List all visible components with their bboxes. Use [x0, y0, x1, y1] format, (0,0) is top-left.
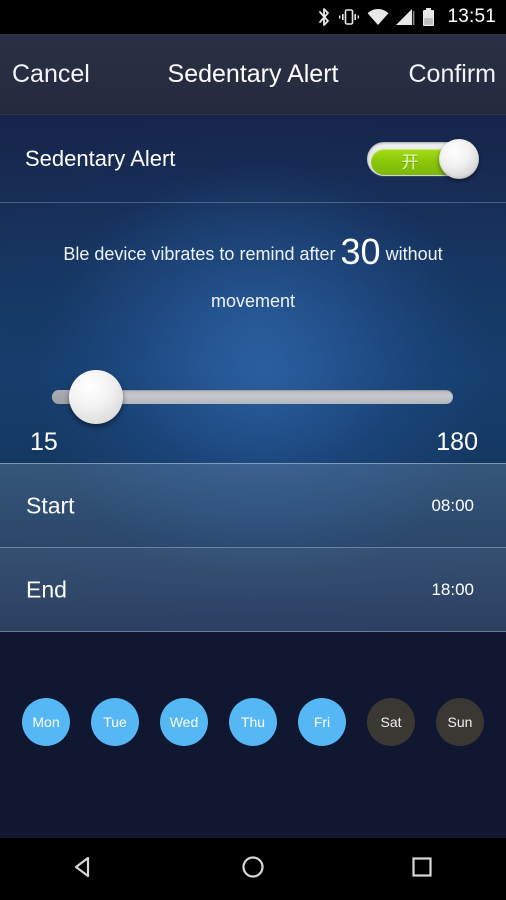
day-toggle-mon[interactable]: Mon	[22, 698, 70, 746]
android-navigation-bar	[0, 838, 506, 900]
phone-screen: 13:51 Sedentary Alert Cancel Confirm Sed…	[0, 0, 506, 900]
back-button[interactable]	[53, 838, 115, 900]
home-button[interactable]	[222, 838, 284, 900]
switch-knob[interactable]	[439, 139, 479, 179]
day-toggle-wed[interactable]: Wed	[160, 698, 208, 746]
start-time-value[interactable]: 08:00	[431, 496, 474, 516]
day-selector: Mon Tue Wed Thu Fri Sat Sun	[0, 692, 506, 752]
cancel-button[interactable]: Cancel	[12, 60, 90, 89]
day-toggle-sun[interactable]: Sun	[436, 698, 484, 746]
day-toggle-fri[interactable]: Fri	[298, 698, 346, 746]
end-time-row[interactable]: End 18:00	[0, 548, 506, 632]
status-bar: 13:51	[0, 0, 506, 34]
slider-min-label: 15	[30, 428, 58, 456]
wifi-icon	[367, 8, 389, 26]
description-prefix: Ble device vibrates to remind after	[63, 244, 336, 264]
bluetooth-icon	[317, 7, 331, 27]
sedentary-alert-label: Sedentary Alert	[25, 146, 176, 171]
duration-slider[interactable]	[52, 370, 453, 424]
day-toggle-sat[interactable]: Sat	[367, 698, 415, 746]
description-text: Ble device vibrates to remind after 30 w…	[38, 228, 468, 325]
sedentary-minutes-value: 30	[340, 231, 381, 272]
title-bar: Sedentary Alert Cancel Confirm	[0, 34, 506, 115]
end-time-label: End	[26, 576, 67, 603]
status-bar-clock: 13:51	[447, 6, 496, 27]
switch-on-fill: 开	[371, 149, 449, 175]
signal-icon	[396, 8, 415, 26]
end-time-value[interactable]: 18:00	[431, 580, 474, 600]
day-toggle-thu[interactable]: Thu	[229, 698, 277, 746]
recents-button[interactable]	[391, 838, 453, 900]
home-circle-icon	[240, 854, 266, 885]
sedentary-alert-switch[interactable]: 开	[367, 139, 479, 179]
start-time-label: Start	[26, 492, 75, 519]
slider-thumb[interactable]	[69, 370, 123, 424]
recents-square-icon	[409, 854, 435, 885]
sedentary-alert-toggle-row[interactable]: Sedentary Alert 开	[0, 115, 506, 203]
battery-icon	[422, 7, 435, 27]
switch-on-label: 开	[401, 152, 419, 172]
slider-max-label: 180	[436, 428, 478, 456]
start-time-row[interactable]: Start 08:00	[0, 463, 506, 548]
back-triangle-icon	[71, 854, 97, 885]
vibrate-icon	[338, 8, 360, 26]
confirm-button[interactable]: Confirm	[408, 60, 496, 89]
day-toggle-tue[interactable]: Tue	[91, 698, 139, 746]
